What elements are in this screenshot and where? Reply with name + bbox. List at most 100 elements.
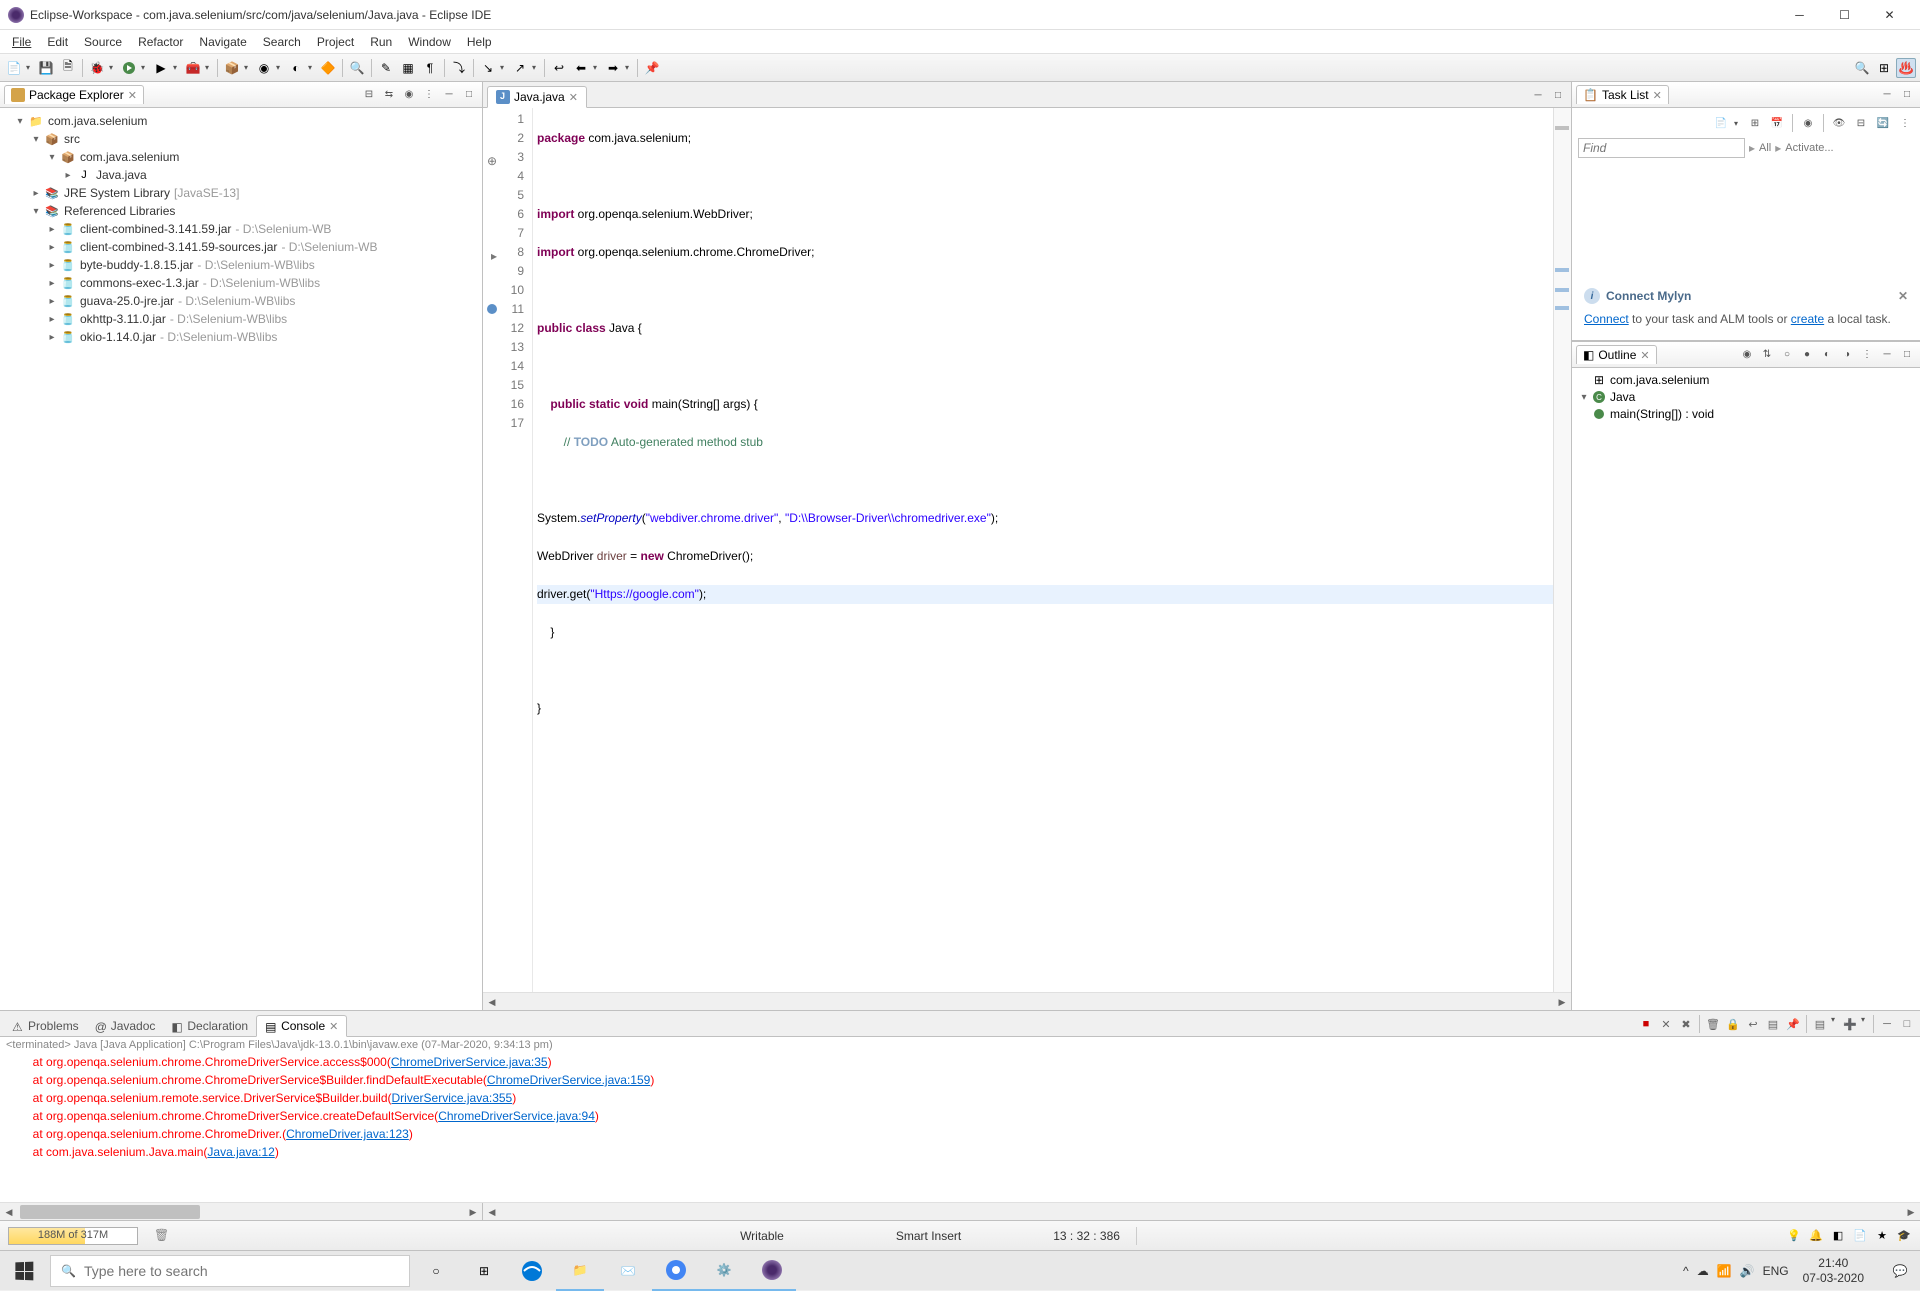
tree-toggle-icon[interactable]: ▾ bbox=[44, 149, 60, 165]
stacktrace-link[interactable]: DriverService.java:355 bbox=[392, 1091, 513, 1105]
maximize-button[interactable]: ☐ bbox=[1822, 0, 1867, 30]
maximize-view-button[interactable]: □ bbox=[1898, 86, 1916, 104]
next-annotation-button[interactable]: ↘ bbox=[478, 58, 498, 78]
remove-launch-button[interactable]: ✕ bbox=[1657, 1015, 1675, 1033]
focus-task-button[interactable]: ◉ bbox=[400, 86, 418, 104]
mylyn-create-link[interactable]: create bbox=[1791, 312, 1824, 326]
tree-toggle-icon[interactable]: ▸ bbox=[28, 185, 44, 201]
menu-window[interactable]: Window bbox=[400, 33, 459, 51]
menu-run[interactable]: Run bbox=[362, 33, 400, 51]
gc-button[interactable]: 🗑 bbox=[154, 1228, 170, 1244]
save-all-button[interactable]: 🗎 bbox=[58, 58, 78, 78]
save-button[interactable]: 💾 bbox=[36, 58, 56, 78]
stacktrace-link[interactable]: ChromeDriver.java:123 bbox=[286, 1127, 409, 1141]
tree-toggle-icon[interactable]: ▸ bbox=[44, 329, 60, 345]
outline-tab[interactable]: ◧ Outline ✕ bbox=[1576, 345, 1657, 364]
show-console-button[interactable]: ▤ bbox=[1764, 1015, 1782, 1033]
prev-annotation-button[interactable]: ↗ bbox=[510, 58, 530, 78]
tasklist-tab[interactable]: 📋 Task List ✕ bbox=[1576, 85, 1669, 104]
tree-toggle-icon[interactable]: ▸ bbox=[44, 311, 60, 327]
language-indicator[interactable]: ENG bbox=[1763, 1264, 1789, 1278]
explorer-button[interactable]: 📁 bbox=[556, 1251, 604, 1291]
pin-console-button[interactable]: 📌 bbox=[1784, 1015, 1802, 1033]
close-icon[interactable]: ✕ bbox=[329, 1020, 338, 1033]
taskbar-search[interactable]: 🔍 bbox=[50, 1255, 410, 1287]
taskbar-search-input[interactable] bbox=[84, 1263, 399, 1279]
view-menu-button[interactable]: ⋮ bbox=[1858, 346, 1876, 364]
taskview-button[interactable]: ⊞ bbox=[460, 1251, 508, 1291]
view-menu-button[interactable]: ⋮ bbox=[420, 86, 438, 104]
tip-icon[interactable]: 💡 bbox=[1786, 1228, 1802, 1244]
tree-node[interactable]: ▸JJava.java bbox=[4, 166, 478, 184]
menu-search[interactable]: Search bbox=[255, 33, 309, 51]
close-icon[interactable]: ✕ bbox=[1640, 349, 1649, 362]
hide-button[interactable]: 👁 bbox=[1830, 114, 1848, 132]
outline-class[interactable]: ▾ C Java bbox=[1576, 388, 1916, 406]
menu-refactor[interactable]: Refactor bbox=[130, 33, 191, 51]
hide-static-button[interactable]: ● bbox=[1798, 346, 1816, 364]
maximize-view-button[interactable]: □ bbox=[1898, 346, 1916, 364]
tree-toggle-icon[interactable]: ▾ bbox=[28, 131, 44, 147]
chrome-button[interactable] bbox=[652, 1251, 700, 1291]
run-marker-icon[interactable]: ▸ bbox=[487, 247, 497, 257]
stacktrace-link[interactable]: Java.java:12 bbox=[207, 1145, 274, 1159]
stacktrace-link[interactable]: ChromeDriverService.java:94 bbox=[438, 1109, 595, 1123]
ext-tools-button[interactable]: 🧰 bbox=[183, 58, 203, 78]
start-button[interactable] bbox=[0, 1251, 48, 1291]
remove-all-button[interactable]: ✖ bbox=[1677, 1015, 1695, 1033]
categorized-button[interactable]: ⊞ bbox=[1746, 114, 1764, 132]
tree-node[interactable]: ▸🫙okio-1.14.0.jar - D:\Selenium-WB\libs bbox=[4, 328, 478, 346]
tree-toggle-icon[interactable]: ▾ bbox=[12, 113, 28, 129]
taskbar-clock[interactable]: 21:40 07-03-2020 bbox=[1797, 1256, 1870, 1285]
fold-icon[interactable]: ⊕ bbox=[487, 152, 497, 162]
settings-button[interactable]: ⚙️ bbox=[700, 1251, 748, 1291]
menu-help[interactable]: Help bbox=[459, 33, 500, 51]
overview-icon[interactable]: ◧ bbox=[1830, 1228, 1846, 1244]
outline-method[interactable]: main(String[]) : void bbox=[1576, 406, 1916, 422]
tab-javadoc[interactable]: @Javadoc bbox=[87, 1016, 164, 1036]
console-body[interactable]: at org.openqa.selenium.chrome.ChromeDriv… bbox=[0, 1053, 1920, 1202]
new-class-button[interactable]: ◐ bbox=[286, 58, 306, 78]
menu-navigate[interactable]: Navigate bbox=[191, 33, 254, 51]
tutorials-icon[interactable]: 🎓 bbox=[1896, 1228, 1912, 1244]
tree-node[interactable]: ▾📁com.java.selenium bbox=[4, 112, 478, 130]
perspective-button[interactable]: ⊞ bbox=[1874, 58, 1894, 78]
overview-ruler[interactable] bbox=[1553, 108, 1571, 992]
tasklist-all-link[interactable]: All bbox=[1759, 142, 1771, 154]
tree-node[interactable]: ▾📦src bbox=[4, 130, 478, 148]
close-button[interactable]: ✕ bbox=[1867, 0, 1912, 30]
editor-tab-java[interactable]: Java.java ✕ bbox=[487, 86, 587, 108]
tree-toggle-icon[interactable]: ▸ bbox=[60, 167, 76, 183]
mail-button[interactable]: ✉️ bbox=[604, 1251, 652, 1291]
outline-package[interactable]: ⊞ com.java.selenium bbox=[1576, 372, 1916, 388]
maximize-view-button[interactable]: □ bbox=[1898, 1015, 1916, 1033]
sort-button[interactable]: ⇅ bbox=[1758, 346, 1776, 364]
focus-button[interactable]: ◉ bbox=[1738, 346, 1756, 364]
code-area[interactable]: package com.java.selenium; import org.op… bbox=[533, 108, 1571, 992]
tasklist-activate-link[interactable]: Activate... bbox=[1785, 142, 1833, 154]
stacktrace-link[interactable]: ChromeDriverService.java:35 bbox=[391, 1055, 548, 1069]
hide-nonpublic-button[interactable]: ◐ bbox=[1818, 346, 1836, 364]
last-edit-button[interactable]: ↩ bbox=[549, 58, 569, 78]
mylyn-connect-link[interactable]: Connect bbox=[1584, 312, 1629, 326]
new-task-button[interactable]: 📄 bbox=[1712, 114, 1730, 132]
java-perspective-button[interactable]: ♨️ bbox=[1896, 58, 1916, 78]
samples-icon[interactable]: 📄 bbox=[1852, 1228, 1868, 1244]
skip-breakpoints-button[interactable]: ⤵ bbox=[449, 58, 469, 78]
tree-toggle-icon[interactable]: ▸ bbox=[44, 239, 60, 255]
minimize-view-button[interactable]: ─ bbox=[1878, 1015, 1896, 1033]
collapse-all-button[interactable]: ⊟ bbox=[360, 86, 378, 104]
eclipse-taskbar-button[interactable] bbox=[748, 1251, 796, 1291]
minimize-view-button[interactable]: ─ bbox=[440, 86, 458, 104]
editor-body[interactable]: 1 2 ⊕3 4 5 6 7 ▸8 9 10 11 12 13 14 15 16… bbox=[483, 108, 1571, 992]
minimize-editor-button[interactable]: ─ bbox=[1529, 86, 1547, 104]
volume-icon[interactable]: 🔊 bbox=[1740, 1264, 1755, 1278]
collapse-button[interactable]: ⊟ bbox=[1852, 114, 1870, 132]
menu-edit[interactable]: Edit bbox=[39, 33, 76, 51]
display-selected-button[interactable]: ▤ bbox=[1811, 1015, 1829, 1033]
word-wrap-button[interactable]: ↩ bbox=[1744, 1015, 1762, 1033]
new-button[interactable]: 📄 bbox=[4, 58, 24, 78]
hide-local-button[interactable]: ◑ bbox=[1838, 346, 1856, 364]
menu-source[interactable]: Source bbox=[76, 33, 130, 51]
menu-project[interactable]: Project bbox=[309, 33, 362, 51]
